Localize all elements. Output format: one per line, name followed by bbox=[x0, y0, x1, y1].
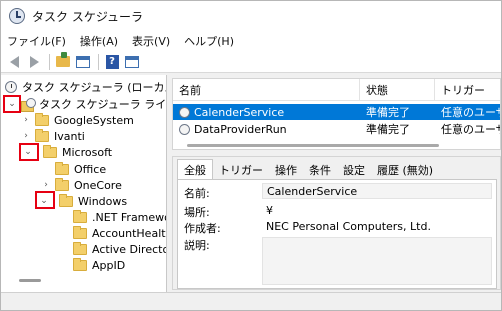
tree-item-appid[interactable]: AppID bbox=[73, 257, 125, 273]
folder-icon bbox=[55, 177, 69, 191]
task-status: 準備完了 bbox=[366, 123, 410, 136]
author-label: 作成者: bbox=[184, 222, 221, 235]
tree-item-label: OneCore bbox=[74, 178, 122, 192]
clock-icon bbox=[179, 106, 190, 118]
tab-actions[interactable]: 操作 bbox=[269, 161, 303, 179]
menu-action[interactable]: 操作(A) bbox=[80, 33, 118, 49]
tree-item-office[interactable]: Office bbox=[41, 161, 106, 177]
folder-icon bbox=[59, 193, 73, 207]
menu-help[interactable]: ヘルプ(H) bbox=[184, 33, 234, 49]
folder-up-icon[interactable] bbox=[54, 52, 72, 71]
tab-general[interactable]: 全般 bbox=[177, 159, 213, 179]
folder-icon bbox=[73, 257, 87, 271]
tree-item-label: Ivanti bbox=[54, 129, 85, 143]
folder-icon bbox=[73, 241, 87, 255]
folder-icon bbox=[43, 144, 57, 158]
detail-tabs: 全般 トリガー 操作 条件 設定 履歴 (無効) bbox=[177, 159, 439, 179]
chevron-right-icon[interactable]: › bbox=[41, 180, 51, 190]
tree-item-label: .NET Framework bbox=[92, 210, 166, 224]
name-field[interactable]: CalenderService bbox=[262, 183, 492, 199]
tab-triggers[interactable]: トリガー bbox=[213, 161, 269, 179]
tree-item-microsoft[interactable]: ⌄ Microsoft bbox=[23, 144, 112, 160]
task-row[interactable]: DataProviderRun 準備完了 任意のユーザー bbox=[173, 121, 500, 137]
tree-item-label: Windows bbox=[78, 194, 128, 208]
tree-item-label: AccountHealth bbox=[92, 226, 167, 240]
forward-arrow-icon[interactable] bbox=[25, 53, 43, 71]
back-arrow-icon[interactable] bbox=[5, 53, 23, 71]
library-icon bbox=[21, 97, 36, 112]
folder-icon bbox=[55, 161, 69, 175]
tree-item-windows[interactable]: ⌄ Windows bbox=[39, 193, 127, 209]
tab-settings[interactable]: 設定 bbox=[337, 161, 371, 179]
tree-horizontal-scrollbar[interactable] bbox=[1, 274, 166, 287]
window-title: タスク スケジューラ bbox=[32, 9, 143, 24]
description-field[interactable] bbox=[262, 237, 492, 285]
tree-item-ivanti[interactable]: › Ivanti bbox=[21, 128, 85, 144]
toolbar-separator bbox=[49, 53, 50, 70]
task-status: 準備完了 bbox=[366, 106, 410, 119]
tree-root[interactable]: タスク スケジューラ (ローカル) bbox=[5, 79, 167, 95]
general-tab-content: 名前: CalenderService 場所: ¥ 作成者: NEC Perso… bbox=[177, 179, 497, 289]
tab-conditions[interactable]: 条件 bbox=[303, 161, 337, 179]
tree-item-label: Office bbox=[74, 162, 107, 176]
toolbar: ? bbox=[1, 51, 501, 73]
author-value: NEC Personal Computers, Ltd. bbox=[266, 219, 431, 233]
chevron-down-icon[interactable]: ⌄ bbox=[7, 99, 17, 109]
task-name: CalenderService bbox=[194, 105, 285, 119]
tree-item-dotnet[interactable]: .NET Framework bbox=[73, 209, 166, 225]
folder-icon bbox=[73, 209, 87, 223]
task-list-header: 名前 状態 トリガー bbox=[173, 79, 500, 101]
location-label: 場所: bbox=[184, 206, 210, 219]
column-header-status[interactable]: 状態 bbox=[360, 79, 435, 101]
tree-pane[interactable]: タスク スケジューラ (ローカル) ⌄ タスク スケジューラ ライブラリ › G… bbox=[1, 75, 167, 292]
show-hide-tree-icon[interactable] bbox=[74, 53, 92, 71]
chevron-right-icon[interactable]: › bbox=[21, 115, 31, 125]
folder-icon bbox=[35, 112, 49, 126]
chevron-down-icon[interactable]: ⌄ bbox=[23, 147, 33, 157]
chevron-right-icon[interactable]: › bbox=[21, 131, 31, 141]
help-icon[interactable]: ? bbox=[103, 53, 121, 71]
tree-item-label: Microsoft bbox=[62, 145, 113, 159]
folder-icon bbox=[73, 225, 87, 239]
task-name: DataProviderRun bbox=[194, 122, 287, 136]
description-label: 説明: bbox=[184, 239, 210, 252]
title-bar: タスク スケジューラ bbox=[1, 1, 501, 31]
location-value: ¥ bbox=[266, 203, 273, 217]
name-label: 名前: bbox=[184, 187, 210, 200]
scrollbar-thumb[interactable] bbox=[19, 279, 41, 282]
menu-view[interactable]: 表示(V) bbox=[132, 33, 170, 49]
tab-history[interactable]: 履歴 (無効) bbox=[371, 161, 439, 179]
tree-library[interactable]: ⌄ タスク スケジューラ ライブラリ bbox=[7, 96, 167, 112]
tree-item-accounthealth[interactable]: AccountHealth bbox=[73, 225, 167, 241]
toolbar-separator bbox=[98, 53, 99, 70]
clock-icon bbox=[179, 123, 190, 135]
task-trigger: 任意のユーザー bbox=[441, 106, 500, 119]
tree-item-label: Active Directory bbox=[92, 242, 166, 256]
content-pane: 名前 状態 トリガー CalenderService 準備完了 任意のユーザー … bbox=[172, 78, 501, 290]
column-header-trigger[interactable]: トリガー bbox=[435, 79, 500, 101]
menu-file[interactable]: ファイル(F) bbox=[7, 33, 66, 49]
tree-library-label: タスク スケジューラ ライブラリ bbox=[39, 98, 167, 111]
task-row[interactable]: CalenderService 準備完了 任意のユーザー bbox=[173, 104, 500, 120]
chevron-down-icon[interactable]: ⌄ bbox=[39, 196, 49, 206]
tree-item-googlesystem[interactable]: › GoogleSystem bbox=[21, 112, 134, 128]
task-list-horizontal-scrollbar[interactable] bbox=[187, 144, 439, 147]
folder-icon bbox=[35, 128, 49, 142]
clock-icon bbox=[9, 8, 25, 24]
column-header-name[interactable]: 名前 bbox=[173, 79, 360, 101]
chevron-right-icon[interactable] bbox=[41, 164, 51, 174]
task-detail-panel: 全般 トリガー 操作 条件 設定 履歴 (無効) 名前: CalenderSer… bbox=[172, 156, 501, 290]
tree-item-label: AppID bbox=[92, 258, 126, 272]
tree-item-active-directory[interactable]: Active Directory bbox=[73, 241, 166, 257]
status-bar bbox=[1, 292, 501, 310]
task-trigger: 任意のユーザー bbox=[441, 123, 500, 136]
task-list[interactable]: 名前 状態 トリガー CalenderService 準備完了 任意のユーザー … bbox=[172, 78, 501, 150]
tree-root-label: タスク スケジューラ (ローカル) bbox=[22, 81, 167, 94]
tree-item-label: GoogleSystem bbox=[54, 113, 134, 127]
task-scheduler-window: タスク スケジューラ ファイル(F) 操作(A) 表示(V) ヘルプ(H) ? … bbox=[0, 0, 502, 311]
clock-icon bbox=[5, 81, 17, 93]
menu-bar: ファイル(F) 操作(A) 表示(V) ヘルプ(H) bbox=[1, 31, 501, 51]
properties-icon[interactable] bbox=[123, 53, 141, 71]
